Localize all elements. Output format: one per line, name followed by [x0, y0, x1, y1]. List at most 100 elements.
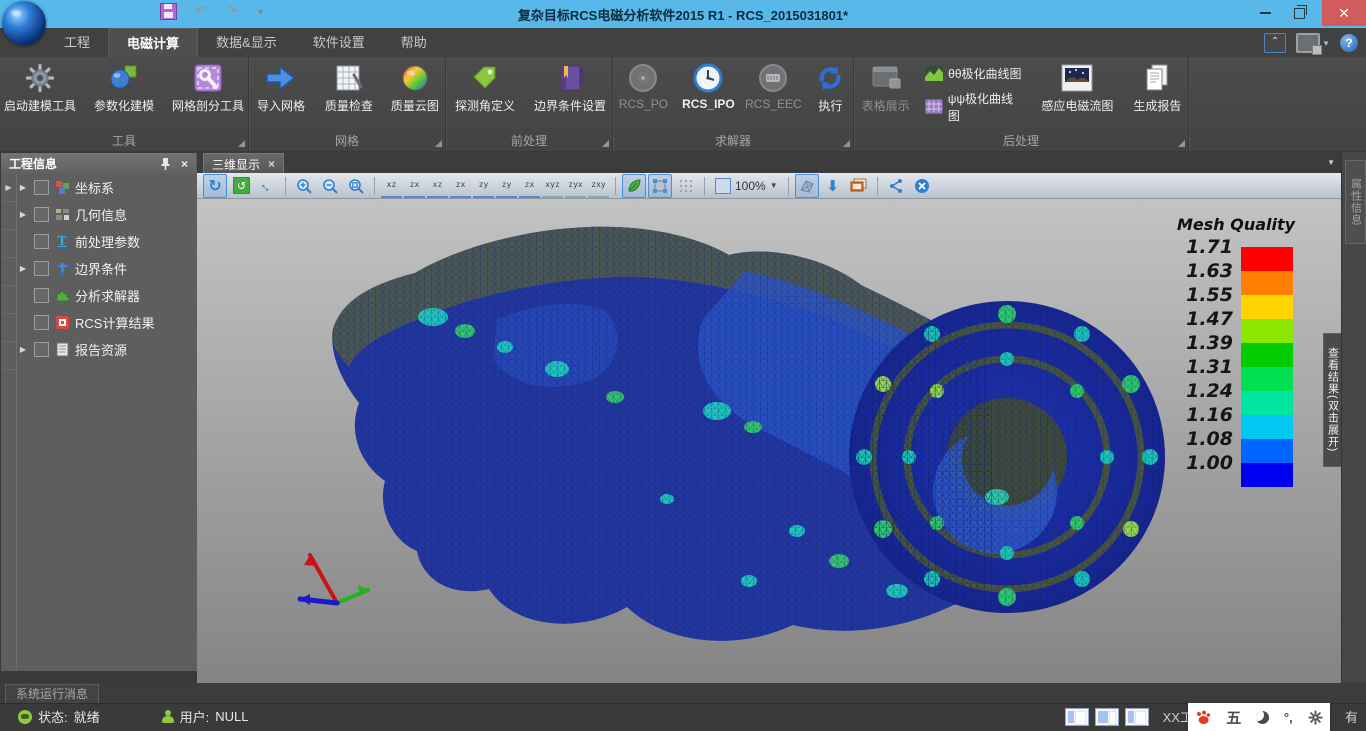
surface-icon [652, 178, 668, 194]
table-display-button: 表格展示 [854, 59, 917, 132]
parametric-modeling-button[interactable]: 参数化建模 [84, 59, 164, 132]
tab-help[interactable]: 帮助 [383, 28, 445, 57]
view-orientation-button[interactable]: xyz [542, 174, 563, 198]
zoom-fit-button[interactable] [344, 174, 368, 198]
help-button[interactable]: ? [1340, 34, 1358, 52]
checkbox[interactable] [34, 288, 49, 303]
expander-icon[interactable]: ▶ [17, 210, 29, 219]
view-orientation-button[interactable]: xz [427, 174, 448, 198]
ime-paw-icon[interactable] [1195, 710, 1211, 725]
layout-bottom-panel-button[interactable] [1125, 708, 1149, 726]
view-orientation-button[interactable]: zy [496, 174, 517, 198]
tab-overflow-caret-icon[interactable]: ▼ [1327, 158, 1335, 167]
tree-item-geometry-info[interactable]: ▶ 几何信息 [17, 201, 196, 228]
psi-curve-button[interactable]: ψψ极化曲线图 [925, 90, 1024, 124]
orbit-button[interactable]: ↺ [229, 174, 253, 198]
expander-icon[interactable]: ▶ [17, 345, 29, 354]
pin-icon[interactable] [160, 157, 171, 170]
rcs-ipo-button[interactable]: RCS_IPO [678, 59, 739, 132]
view-orientation-button[interactable]: zy [473, 174, 494, 198]
mesh-partition-tool-button[interactable]: 网格剖分工具 [168, 59, 248, 132]
view-orientation-button[interactable]: zyx [565, 174, 586, 198]
import-arrow-icon [265, 62, 297, 94]
pan-button[interactable]: ↔ [255, 174, 279, 198]
checkbox[interactable] [34, 342, 49, 357]
tab-3d-display[interactable]: 三维显示 × [203, 153, 284, 174]
group-dialog-launcher-icon[interactable] [843, 140, 850, 147]
display-style-button[interactable]: ▼ [1296, 33, 1330, 53]
ribbon-group-preprocess: 探测角定义 边界条件设置 前处理 [446, 57, 613, 151]
system-messages-tab[interactable]: 系统运行消息 [5, 684, 99, 703]
properties-tab[interactable]: 属性信息 [1345, 160, 1366, 244]
share-view-button[interactable] [884, 174, 908, 198]
close-view-button[interactable] [910, 174, 934, 198]
checkbox[interactable] [34, 234, 49, 249]
gutter-arrow-icon[interactable]: ▶ [5, 183, 11, 192]
app-logo[interactable] [2, 1, 46, 45]
probe-angle-button[interactable]: 探测角定义 [446, 59, 524, 132]
quality-cloudmap-button[interactable]: 质量云图 [385, 59, 445, 132]
induced-current-map-button[interactable]: 感应电磁流图 [1032, 59, 1123, 132]
checkbox[interactable] [34, 315, 49, 330]
quality-check-button[interactable]: 质量检查 [317, 59, 381, 132]
tab-close-icon[interactable]: × [268, 157, 275, 171]
mesh-display-button[interactable] [795, 174, 819, 198]
expander-icon[interactable]: ▶ [17, 264, 29, 273]
legend-label: 1.71 [1171, 237, 1233, 257]
tree-item-report-resources[interactable]: ▶ 报告资源 [17, 336, 196, 363]
view-orientation-button[interactable]: zx [519, 174, 540, 198]
ime-settings-gear-icon[interactable] [1308, 710, 1323, 725]
rotate-view-button[interactable]: ↻ [203, 174, 227, 198]
minimize-button[interactable] [1250, 0, 1280, 26]
view-results-tab[interactable]: 查看结果(双击展开) [1323, 333, 1341, 467]
tab-em-computation[interactable]: 电磁计算 [108, 28, 198, 57]
collapse-ribbon-button[interactable]: ⌃ [1264, 33, 1286, 53]
zoom-out-button[interactable] [318, 174, 342, 198]
zoom-in-button[interactable] [292, 174, 316, 198]
group-dialog-launcher-icon[interactable] [602, 140, 609, 147]
ime-fullhalf-icon[interactable] [1256, 711, 1269, 724]
tree-item-coordinate-system[interactable]: ▶ 坐标系 [17, 174, 196, 201]
generate-report-button[interactable]: 生成报告 [1127, 59, 1188, 132]
ime-punctuation-icon[interactable]: °, [1284, 710, 1293, 725]
surface-select-button[interactable] [648, 174, 672, 198]
tree-item-solver[interactable]: 分析求解器 [17, 282, 196, 309]
view-orientation-button[interactable]: zx [450, 174, 471, 198]
group-dialog-launcher-icon[interactable] [238, 140, 245, 147]
import-mesh-button[interactable]: 导入网格 [249, 59, 313, 132]
close-button[interactable]: ✕ [1322, 0, 1366, 26]
move-down-button[interactable]: ⬇ [821, 174, 845, 198]
expander-icon[interactable]: ▶ [17, 183, 29, 192]
checkbox[interactable] [34, 180, 49, 195]
execute-button[interactable]: 执行 [808, 59, 853, 132]
tree-item-rcs-results[interactable]: RCS计算结果 [17, 309, 196, 336]
zoom-level-combo[interactable]: 100% ▼ [711, 178, 782, 194]
group-dialog-launcher-icon[interactable] [1178, 140, 1185, 147]
viewport-3d[interactable]: Mesh Quality 1.71 1.63 1.55 1.47 1.39 1.… [197, 199, 1341, 683]
tree-item-boundary-conditions[interactable]: ▶ 边界条件 [17, 255, 196, 282]
dots-grid-icon [678, 178, 694, 194]
ribbon-group-solver: RCS_PO RCS_IPO RCS_EEC 执行 求解器 [613, 57, 854, 151]
puzzle-icon [54, 288, 70, 304]
checkbox[interactable] [34, 207, 49, 222]
layers-button[interactable] [847, 174, 871, 198]
launch-modeling-tool-button[interactable]: 启动建模工具 [0, 59, 80, 132]
view-orientation-button[interactable]: zx [404, 174, 425, 198]
ime-wubi-mode[interactable]: 五 [1226, 707, 1241, 728]
view-orientation-button[interactable]: xz [381, 174, 402, 198]
panel-close-icon[interactable]: × [181, 157, 188, 171]
tree-item-preprocess-params[interactable]: T 前处理参数 [17, 228, 196, 255]
smooth-shading-button[interactable] [622, 174, 646, 198]
restore-button[interactable] [1284, 0, 1314, 26]
tab-software-settings[interactable]: 软件设置 [295, 28, 383, 57]
view-orientation-button[interactable]: zxy [588, 174, 609, 198]
checkbox[interactable] [34, 261, 49, 276]
tab-data-display[interactable]: 数据&显示 [198, 28, 295, 57]
boundary-settings-button[interactable]: 边界条件设置 [528, 59, 612, 132]
tab-project[interactable]: 工程 [46, 28, 108, 57]
theta-curve-button[interactable]: θθ极化曲线图 [925, 65, 1024, 82]
group-dialog-launcher-icon[interactable] [435, 140, 442, 147]
layout-split-panel-button[interactable] [1095, 708, 1119, 726]
points-display-button[interactable] [674, 174, 698, 198]
layout-left-panel-button[interactable] [1065, 708, 1089, 726]
